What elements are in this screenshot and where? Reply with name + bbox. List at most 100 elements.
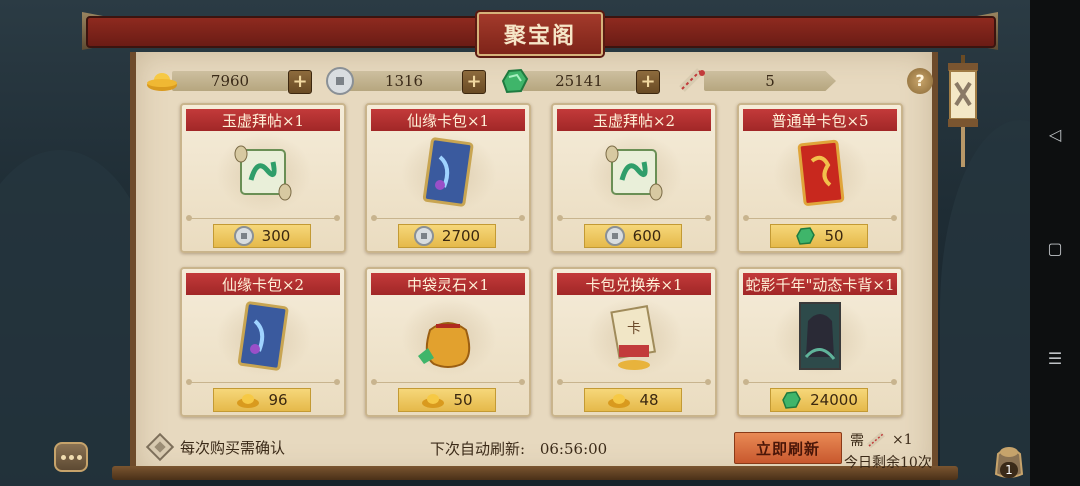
purchase-confirm-toggle[interactable]: 每次购买需确认 — [145, 432, 285, 462]
buy-price-button[interactable]: 50 — [770, 224, 868, 248]
system-navbar: ◁ ▢ ☰ — [1030, 0, 1080, 486]
item-name: 普通单卡包×5 — [743, 109, 897, 131]
item-price: 24000 — [810, 391, 858, 409]
shop-item-card[interactable]: 普通单卡包×5 50 — [737, 103, 903, 253]
item-name: 仙缘卡包×2 — [186, 273, 340, 295]
close-lantern-button[interactable] — [944, 55, 982, 175]
gold-ingot-icon — [236, 391, 260, 409]
buy-price-button[interactable]: 600 — [584, 224, 682, 248]
silver-coin-icon — [233, 226, 254, 246]
gold-ingot-icon — [146, 67, 178, 95]
voucher-icon: 卡 — [591, 301, 677, 373]
spirit-stone-icon — [780, 390, 802, 410]
item-price: 600 — [632, 227, 662, 245]
item-name: 玉虚拜帖×2 — [557, 109, 711, 131]
spirit-stone-icon — [794, 226, 816, 246]
divider-dot — [519, 379, 525, 385]
item-name: 卡包兑换券×1 — [557, 273, 711, 295]
buy-price-button[interactable]: 300 — [213, 224, 311, 248]
scroll-icon — [220, 137, 306, 209]
divider-dot — [519, 215, 525, 221]
add-spirit-stone-button[interactable]: + — [636, 70, 660, 94]
divider — [190, 382, 336, 383]
divider-dot — [743, 215, 749, 221]
help-button[interactable]: ? — [907, 68, 933, 94]
buy-price-button[interactable]: 50 — [398, 388, 496, 412]
ticket-scroll-icon — [867, 431, 885, 449]
divider — [375, 382, 521, 383]
red-pack-icon — [777, 137, 863, 209]
buy-price-button[interactable]: 96 — [213, 388, 311, 412]
auto-refresh-label: 下次自动刷新: — [430, 440, 526, 458]
nav-home-icon[interactable]: ▢ — [1043, 236, 1067, 260]
svg-text:卡: 卡 — [627, 321, 641, 337]
chat-button[interactable] — [54, 442, 88, 472]
shop-item-card[interactable]: 仙缘卡包×1 2700 — [365, 103, 531, 253]
divider — [190, 218, 336, 219]
divider-dot — [186, 215, 192, 221]
nav-menu-icon[interactable]: ☰ — [1043, 346, 1067, 370]
divider — [561, 382, 707, 383]
refresh-cost: 需 ×1 — [850, 430, 913, 450]
item-price: 2700 — [441, 227, 481, 245]
card-pack-icon — [405, 137, 491, 209]
auto-refresh-time: 06:56:00 — [539, 440, 608, 458]
add-gold-ingot-button[interactable]: + — [288, 70, 312, 94]
divider-dot — [371, 379, 377, 385]
chat-dot-icon — [76, 454, 82, 460]
divider-dot — [705, 379, 711, 385]
add-silver-coin-button[interactable]: + — [462, 70, 486, 94]
shop-item-card[interactable]: 玉虚拜帖×1 300 — [180, 103, 346, 253]
item-name: 仙缘卡包×1 — [371, 109, 525, 131]
item-price: 50 — [824, 227, 844, 245]
item-name: 中袋灵石×1 — [371, 273, 525, 295]
divider-dot — [743, 379, 749, 385]
silver-coin-icon — [324, 67, 356, 95]
chat-dot-icon — [68, 454, 74, 460]
gold-ingot-icon — [421, 391, 445, 409]
diamond-checkbox-icon[interactable] — [145, 432, 175, 462]
buy-price-button[interactable]: 24000 — [770, 388, 868, 412]
need-label: 需 — [850, 433, 864, 449]
divider-dot — [557, 379, 563, 385]
silver-coin-icon — [604, 226, 625, 246]
divider-dot — [371, 215, 377, 221]
shop-item-card[interactable]: 卡包兑换券×1 卡 48 — [551, 267, 717, 417]
buy-price-button[interactable]: 2700 — [398, 224, 496, 248]
silver-coin-icon — [413, 226, 434, 246]
remaining-refreshes: 今日剩余10次 — [844, 455, 932, 471]
currency-silver-coin: 1316 + — [326, 67, 488, 95]
chat-dot-icon — [60, 454, 66, 460]
currency-spirit-stone: 25141 + — [500, 67, 662, 95]
scroll-icon — [591, 137, 677, 209]
divider-dot — [186, 379, 192, 385]
item-price: 48 — [639, 391, 659, 409]
item-price: 96 — [268, 391, 288, 409]
item-name: 玉虚拜帖×1 — [186, 109, 340, 131]
refresh-now-button[interactable]: 立即刷新 — [734, 432, 842, 464]
bag-count-badge: 1 — [1000, 462, 1018, 478]
shop-item-card[interactable]: 仙缘卡包×2 96 — [180, 267, 346, 417]
divider-dot — [891, 379, 897, 385]
item-name: 蛇影千年"动态卡背×1 — [743, 273, 897, 295]
buy-price-button[interactable]: 48 — [584, 388, 682, 412]
card-pack-icon — [220, 301, 306, 373]
gold-ingot-icon — [607, 391, 631, 409]
divider-dot — [334, 379, 340, 385]
card-back-icon — [777, 301, 863, 373]
divider-dot — [334, 215, 340, 221]
divider-dot — [891, 215, 897, 221]
currency-tickets: 5 — [678, 67, 843, 95]
shop-item-card[interactable]: 玉虚拜帖×2 600 — [551, 103, 717, 253]
page-title: 聚宝阁 — [477, 12, 603, 56]
tickets-amount: 5 — [704, 71, 836, 91]
nav-back-icon[interactable]: ◁ — [1043, 122, 1067, 146]
divider — [747, 382, 893, 383]
divider — [747, 218, 893, 219]
shop-item-card[interactable]: 中袋灵石×1 50 — [365, 267, 531, 417]
shop-item-card[interactable]: 蛇影千年"动态卡背×1 24000 — [737, 267, 903, 417]
divider — [375, 218, 521, 219]
divider-dot — [557, 215, 563, 221]
divider — [561, 218, 707, 219]
item-price: 50 — [453, 391, 473, 409]
